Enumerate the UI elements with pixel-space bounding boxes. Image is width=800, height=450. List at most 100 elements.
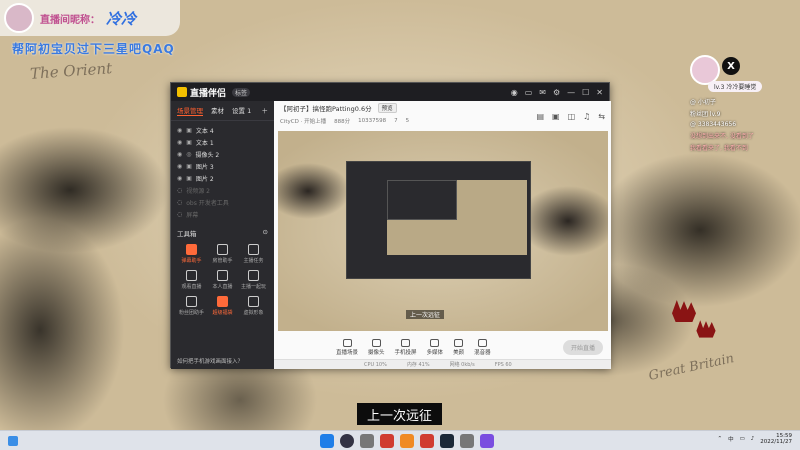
taskview-icon[interactable] [360,434,374,448]
close-chat-button[interactable]: X [722,57,740,75]
network-icon[interactable]: ▭ [740,436,745,442]
source-item[interactable]: ◉ ▣ 图片 2 [171,172,274,184]
volume-icon[interactable]: ♪ [751,436,755,442]
app-icon-steam[interactable] [440,434,454,448]
tool-button[interactable]: 弹幕助手 [177,244,206,264]
expand-icon[interactable]: ⊙ [263,228,268,238]
tool-label: 粉丝团助手 [178,310,204,316]
tray-up-icon[interactable]: ⌃ [717,436,722,442]
lang-indicator[interactable]: 中 [728,435,734,443]
source-item[interactable]: ◉ ▣ 文本 4 [171,124,274,136]
eye-icon[interactable]: ◉ [177,163,182,170]
mail-icon[interactable]: ✉ [539,88,546,97]
sidebar-tabs: 场景管理 素材 设置 1 ＋ [171,101,274,121]
source-item[interactable]: ◌ obs 开发者工具 [171,196,274,208]
app-icon-netease[interactable] [380,434,394,448]
close-icon[interactable]: ✕ [596,88,603,97]
source-item[interactable]: ◉ ▣ 图片 3 [171,160,274,172]
app-icon-tool[interactable] [480,434,494,448]
bell-icon[interactable]: ♫ [583,112,590,121]
tool-button[interactable]: 观看直播 [177,270,206,290]
media-button[interactable]: 多媒体 [426,338,444,356]
user-icon[interactable]: ◉ [511,88,518,97]
store-icon[interactable]: ▤ [536,112,544,121]
overlay-label: 直播间昵称： [40,14,100,26]
eye-off-icon[interactable]: ◌ [177,211,182,218]
record-icon[interactable]: ◫ [568,112,576,121]
eye-icon[interactable]: ◉ [177,139,182,146]
tool-button[interactable]: 粉丝团助手 [177,296,206,316]
app-icon-live[interactable] [420,434,434,448]
scene-button[interactable]: 直播场景 [336,338,358,356]
chat-line: 粉丝团 lv.9 [690,111,721,118]
go-live-button[interactable]: 开始直播 [562,339,603,355]
gift-icon[interactable]: ▣ [552,112,560,121]
status-mem: 内存 41% [406,362,430,368]
tool-button[interactable]: 房管助手 [208,244,237,264]
help-link[interactable]: 如何把手机游戏画面接入？ [177,357,243,365]
add-scene-icon[interactable]: ＋ [262,105,269,116]
preview-caption: 上一次远征 [406,310,445,319]
tool-icon [217,244,228,255]
stat-likes: 7 [394,118,398,124]
overlay-name: 冷冷 [106,9,137,28]
scene-icon [342,338,352,347]
mixer-button[interactable]: 混音器 [474,338,491,356]
source-label: 屏幕 [186,211,199,219]
live-status[interactable]: CityCD · 开始上播 [280,117,326,125]
share-icon[interactable]: ⇆ [598,112,605,121]
window-titlebar[interactable]: 直播伴侣 标签 ◉ ▭ ✉ ⚙ — ☐ ✕ [171,83,609,101]
ctrl-label: 多媒体 [426,349,444,356]
start-icon[interactable] [320,434,334,448]
toolbox-header: 工具箱 ⊙ [171,220,274,242]
cast-button[interactable]: 手机投屏 [395,338,417,356]
eye-icon[interactable]: ◉ [177,175,182,182]
image-icon[interactable]: ▣ [186,175,192,182]
scene-sidebar: 场景管理 素材 设置 1 ＋ ◉ ▣ 文本 4 ◉ ▣ 文本 1 ◉ ◎ 摄像头 2 ◉ ▣ 图… [171,101,274,369]
source-item[interactable]: ◉ ▣ 文本 1 [171,136,274,148]
tool-button[interactable]: 主播任务 [239,244,268,264]
tool-button[interactable]: 主播一起玩 [239,270,268,290]
tool-button[interactable]: 超级福袋 [208,296,237,316]
chat-user-pill: lv.3 冷冷要睡觉 [708,81,763,92]
tool-label: 虚拟形象 [243,310,264,316]
stream-preview[interactable]: 上一次远征 [278,131,608,331]
eye-icon[interactable]: ◉ [177,151,182,158]
minimize-icon[interactable]: — [567,88,575,97]
eye-icon[interactable]: ◉ [177,127,182,134]
source-item[interactable]: ◌ 视频源 2 [171,184,274,196]
lock-icon[interactable]: ▣ [186,127,192,134]
source-label: 文本 1 [195,139,214,147]
tab-scene[interactable]: 场景管理 [177,105,203,116]
tool-button[interactable]: 本人直播 [208,270,237,290]
image-icon[interactable]: ▣ [186,163,192,170]
source-item[interactable]: ◉ ◎ 摄像头 2 [171,148,274,160]
clock[interactable]: 15:59 2022/11/27 [760,433,792,445]
taskbar-apps [320,434,494,448]
widgets-icon[interactable] [8,436,18,446]
app-icon-game[interactable] [460,434,474,448]
status-fps: FPS 60 [494,361,512,368]
app-icon-folder[interactable] [400,434,414,448]
maximize-icon[interactable]: ☐ [582,88,589,97]
chat-icon[interactable]: ▭ [525,88,533,97]
chat-overlay: lv.3 冷冷要睡觉 @ 小初子 粉丝团 lv.9 @ 3383443656 没… [690,55,800,152]
settings-icon[interactable]: ⚙ [553,88,560,97]
tool-button[interactable]: 虚拟形象 [239,296,268,316]
source-item[interactable]: ◌ 屏幕 [171,208,274,220]
camera-button[interactable]: 摄像头 [368,338,385,356]
lock-icon[interactable]: ▣ [186,139,192,146]
beauty-button[interactable]: 美颜 [453,338,464,356]
camera-icon[interactable]: ◎ [186,151,191,158]
tab-settings[interactable]: 设置 1 [232,105,251,116]
stream-title[interactable]: 【阿初子】搞怪跑Patting0.6分 [280,103,372,113]
eye-off-icon[interactable]: ◌ [177,199,182,206]
live-companion-window: 直播伴侣 标签 ◉ ▭ ✉ ⚙ — ☐ ✕ 场景管理 素材 设置 1 ＋ ◉ ▣ 文… [170,82,611,369]
ctrl-label: 混音器 [474,349,491,356]
stream-tag[interactable]: 预览 [377,103,397,113]
toolbox-grid: 弹幕助手 房管助手 主播任务 观看直播 本人直播 主播一起玩 粉丝团助手 超级福… [171,242,274,318]
search-icon[interactable] [340,434,354,448]
eye-off-icon[interactable]: ◌ [177,187,182,194]
tab-material[interactable]: 素材 [211,105,224,116]
tool-icon [217,270,228,281]
